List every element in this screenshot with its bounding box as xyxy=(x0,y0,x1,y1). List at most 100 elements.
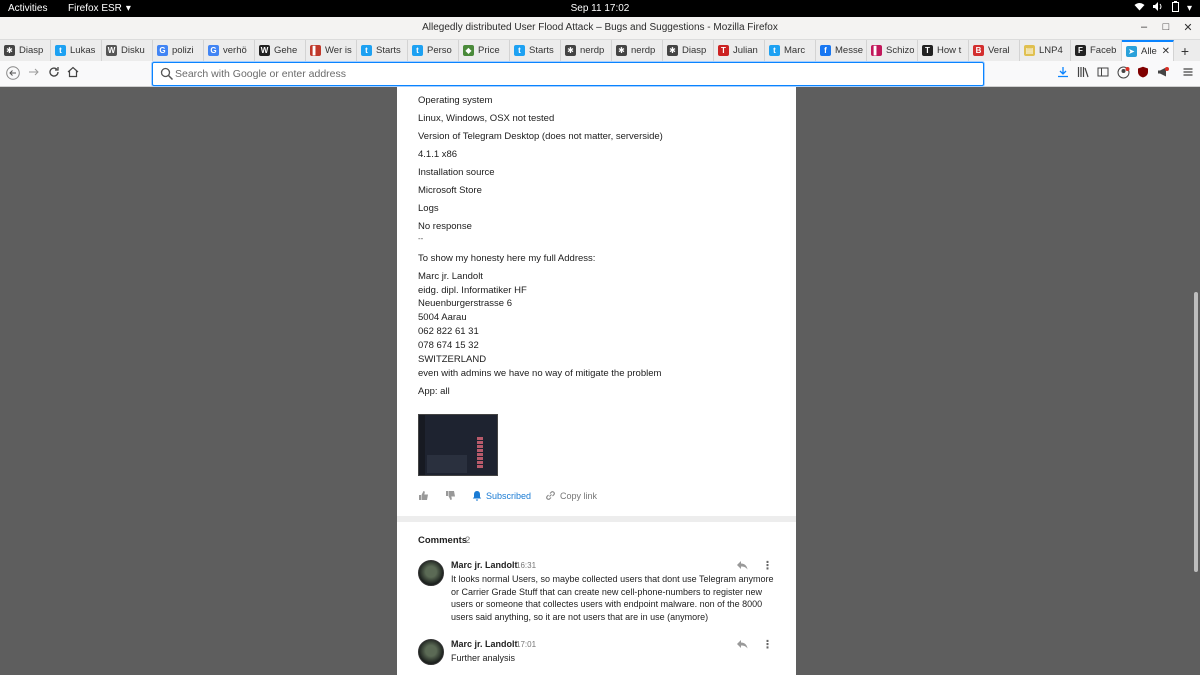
reply-icon[interactable] xyxy=(736,560,748,573)
app-menu-label: Firefox ESR xyxy=(68,3,122,14)
window-close-icon[interactable]: ✕ xyxy=(1180,21,1196,34)
sidebar-icon[interactable] xyxy=(1095,66,1111,82)
podcast-icon: ▤ xyxy=(1024,45,1035,56)
chevron-down-icon: ▾ xyxy=(1186,2,1192,14)
tab[interactable]: ✱ nerdp xyxy=(612,40,663,61)
tab-label: polizi xyxy=(172,45,194,56)
account-icon[interactable] xyxy=(1115,66,1131,82)
tab-label: nerdp xyxy=(631,45,656,56)
tab[interactable]: W Gehe xyxy=(255,40,306,61)
post-line: Version of Telegram Desktop (does not ma… xyxy=(418,131,663,142)
reply-icon[interactable] xyxy=(736,639,748,652)
tab[interactable]: W Disku xyxy=(102,40,153,61)
tab[interactable]: T Julian xyxy=(714,40,765,61)
app-menu-button[interactable]: Firefox ESR ▾ xyxy=(68,3,131,14)
tab[interactable]: T How t xyxy=(918,40,969,61)
reload-icon xyxy=(49,67,59,77)
back-button[interactable] xyxy=(5,66,21,82)
tab-label: Disku xyxy=(121,45,145,56)
address-line: even with admins we have no way of mitig… xyxy=(418,368,662,379)
scrollbar-thumb[interactable] xyxy=(1194,292,1198,572)
address-line: Neuenburgerstrasse 6 xyxy=(418,298,512,309)
forward-button[interactable] xyxy=(26,66,42,82)
home-button[interactable] xyxy=(65,66,81,82)
facebook-icon: f xyxy=(820,45,831,56)
library-icon[interactable] xyxy=(1075,66,1091,82)
twitter-icon: t xyxy=(361,45,372,56)
twitter-icon: t xyxy=(55,45,66,56)
tab[interactable]: t Starts xyxy=(357,40,408,61)
tab[interactable]: ➤ Alle ✕ xyxy=(1122,40,1174,61)
downvote-button[interactable] xyxy=(445,490,456,501)
page-viewport: Operating system Linux, Windows, OSX not… xyxy=(0,87,1200,675)
bookmark-icon: ▌ xyxy=(310,45,321,56)
more-options-icon[interactable]: ⋮ xyxy=(762,638,773,651)
reload-button[interactable] xyxy=(46,66,62,82)
system-menu[interactable]: ▾ xyxy=(1134,1,1192,15)
tab[interactable]: ✱ nerdp xyxy=(561,40,612,61)
megaphone-icon[interactable] xyxy=(1155,66,1171,82)
tab-label: Wer is xyxy=(325,45,352,56)
tab-label: Lukas xyxy=(70,45,96,56)
twitter-icon: t xyxy=(412,45,423,56)
t-icon: T xyxy=(718,45,729,56)
tab[interactable]: Gpolizi xyxy=(153,40,204,61)
upvote-button[interactable] xyxy=(418,490,429,501)
comments-title: Comments xyxy=(418,535,468,546)
comment-text: It looks normal Users, so maybe collecte… xyxy=(451,574,774,622)
maximize-icon[interactable]: □ xyxy=(1158,21,1174,33)
downloads-icon[interactable] xyxy=(1055,66,1071,82)
tab[interactable]: ✱ Diasp xyxy=(0,40,51,61)
clock[interactable]: Sep 11 17:02 xyxy=(571,3,630,14)
tab[interactable]: ▌ Schizo xyxy=(867,40,918,61)
comment-author[interactable]: Marc jr. Landolt xyxy=(451,639,518,649)
comment-time[interactable]: 17:01 xyxy=(516,640,536,649)
tab[interactable]: ▌ Wer is xyxy=(306,40,357,61)
shield-icon: ◆ xyxy=(463,45,474,56)
tab[interactable]: ▤ LNP4 xyxy=(1020,40,1071,61)
comments-count: 2 xyxy=(465,535,471,546)
tab[interactable]: t Starts xyxy=(510,40,561,61)
bell-icon xyxy=(472,491,482,501)
close-tab-icon[interactable]: ✕ xyxy=(1162,46,1170,57)
address-line: 5004 Aarau xyxy=(418,312,467,323)
tab[interactable]: ◆ Price xyxy=(459,40,510,61)
tab-label: Price xyxy=(478,45,500,56)
tab-label: Starts xyxy=(529,45,554,56)
wikipedia-icon: W xyxy=(106,45,117,56)
comment-time[interactable]: 16:31 xyxy=(516,561,536,570)
tab[interactable]: f Messe xyxy=(816,40,867,61)
tab[interactable]: ✱ Diasp xyxy=(663,40,714,61)
copy-link-label: Copy link xyxy=(560,490,598,501)
new-tab-icon[interactable]: + xyxy=(1174,40,1196,61)
activities-button[interactable]: Activities xyxy=(8,3,47,14)
url-input[interactable] xyxy=(175,66,955,82)
tab[interactable]: Gverhö xyxy=(204,40,255,61)
address-line: eidg. dipl. Informatiker HF xyxy=(418,285,527,296)
tab[interactable]: t Perso xyxy=(408,40,459,61)
ublock-icon[interactable] xyxy=(1135,66,1151,82)
url-bar[interactable] xyxy=(152,62,984,86)
tab-label: Messe xyxy=(835,45,863,56)
tab[interactable]: t Marc xyxy=(765,40,816,61)
menu-icon[interactable] xyxy=(1180,66,1196,82)
avatar[interactable] xyxy=(418,560,444,586)
comments-section: Comments 2 Marc jr. Landolt 16:31 ⋮ It l… xyxy=(397,522,796,675)
page-scrollbar[interactable] xyxy=(1192,87,1200,675)
minimize-icon[interactable]: – xyxy=(1136,21,1152,33)
b-icon: B xyxy=(973,45,984,56)
tab-label: verhö xyxy=(223,45,247,56)
home-icon xyxy=(67,66,79,78)
more-options-icon[interactable]: ⋮ xyxy=(762,559,773,572)
subscribed-label: Subscribed xyxy=(486,490,532,501)
tab[interactable]: t Lukas xyxy=(51,40,102,61)
copy-link-button[interactable]: Copy link xyxy=(545,490,597,501)
comment-author[interactable]: Marc jr. Landolt xyxy=(451,560,518,570)
subscribed-button[interactable]: Subscribed xyxy=(472,490,531,501)
address-line: 062 822 61 31 xyxy=(418,326,479,337)
avatar[interactable] xyxy=(418,639,444,665)
link-icon xyxy=(546,491,555,500)
attachment-thumbnail[interactable] xyxy=(418,414,498,476)
tab[interactable]: B Veral xyxy=(969,40,1020,61)
tab[interactable]: F Faceb xyxy=(1071,40,1122,61)
